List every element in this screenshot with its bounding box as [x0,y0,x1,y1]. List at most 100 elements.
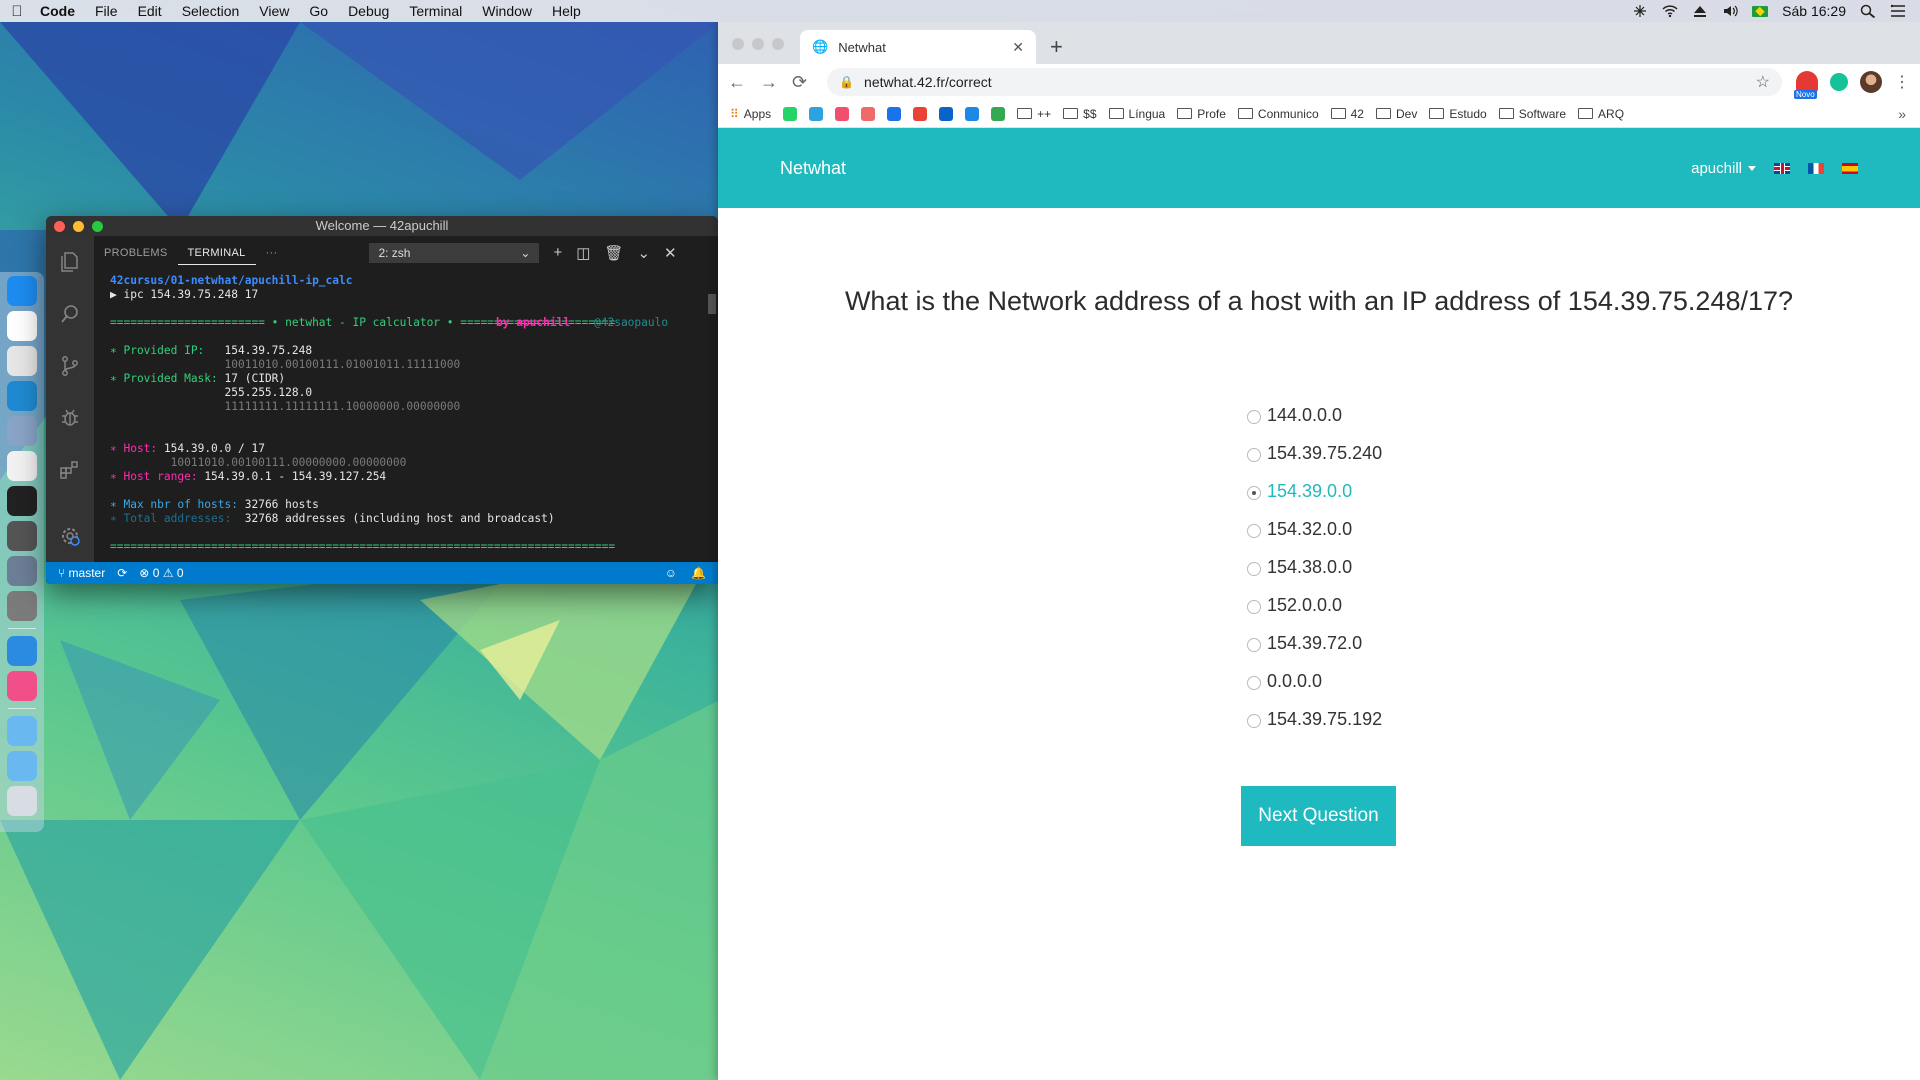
bookmark-folder-10[interactable]: ++ [1017,107,1051,121]
dock-folder-icon[interactable] [7,751,37,781]
zoom-window-button[interactable] [92,221,103,232]
dock-system-preferences-icon[interactable] [7,591,37,621]
dock-trash-icon[interactable] [7,786,37,816]
dock-textedit-icon[interactable] [7,451,37,481]
radio-button[interactable] [1247,638,1261,652]
brand-link[interactable]: Netwhat [780,158,846,179]
browser-close-button[interactable] [732,38,744,50]
browser-menu-icon[interactable]: ⋮ [1894,72,1910,92]
bookmark-site-1[interactable] [783,106,798,121]
bookmark-site-5[interactable] [887,106,902,121]
bookmark-star-icon[interactable]: ☆ [1756,72,1770,92]
bookmark-folder-17[interactable]: Estudo [1429,107,1487,121]
bookmark-apps[interactable]: ⠿ Apps [730,107,771,121]
bookmarks-more-icon[interactable]: » [1898,106,1906,122]
sync-icon[interactable]: ⟳ [117,566,127,580]
notifications-bell-icon[interactable]: 🔔 [691,566,706,580]
dock-chrome-icon[interactable] [7,346,37,376]
menu-terminal[interactable]: Terminal [399,0,472,22]
bookmark-site-7[interactable] [939,106,954,121]
menu-selection[interactable]: Selection [172,0,250,22]
search-icon[interactable] [46,288,94,340]
split-terminal-icon[interactable]: ◫ [576,244,590,262]
address-bar[interactable]: 🔒 netwhat.42.fr/correct ☆ [827,68,1782,96]
answer-option[interactable]: 154.39.75.192 [1247,700,1382,738]
flag-uk-icon[interactable] [1774,162,1790,174]
menu-window[interactable]: Window [472,0,542,22]
git-branch[interactable]: ⑂ master [58,566,105,580]
answer-option[interactable]: 144.0.0.0 [1247,396,1382,434]
apple-menu-icon[interactable]:  [0,3,34,20]
bookmark-site-9[interactable] [991,106,1006,121]
dock-itunes-icon[interactable] [7,671,37,701]
dock-preview-icon[interactable] [7,416,37,446]
manage-gear-icon[interactable] [46,510,94,562]
back-arrow-icon[interactable]: ← [728,72,746,93]
dock-finder-icon[interactable] [7,276,37,306]
answer-option[interactable]: 154.38.0.0 [1247,548,1382,586]
user-dropdown[interactable]: apuchill [1691,160,1756,177]
flag-fr-icon[interactable] [1808,162,1824,174]
volume-icon[interactable] [1722,4,1738,18]
tab-close-icon[interactable]: ✕ [1012,39,1024,56]
answer-option[interactable]: 154.39.72.0 [1247,624,1382,662]
menu-app-name[interactable]: Code [34,0,85,22]
vscode-titlebar[interactable]: Welcome — 42apuchill [46,216,718,236]
minimize-window-button[interactable] [73,221,84,232]
bookmark-site-2[interactable] [809,106,824,121]
source-control-icon[interactable] [46,340,94,392]
radio-button[interactable] [1247,562,1261,576]
reload-icon[interactable]: ⟳ [792,72,807,93]
radio-button[interactable] [1247,448,1261,462]
bookmark-site-6[interactable] [913,106,928,121]
flag-es-icon[interactable] [1842,162,1858,174]
close-window-button[interactable] [54,221,65,232]
eject-icon[interactable] [1692,4,1708,18]
menu-file[interactable]: File [85,0,128,22]
forward-arrow-icon[interactable]: → [760,72,778,93]
dock-vscode-icon[interactable] [7,381,37,411]
radio-button[interactable] [1247,524,1261,538]
menu-view[interactable]: View [249,0,299,22]
maximize-panel-icon[interactable]: ⌄ [637,244,650,262]
menu-debug[interactable]: Debug [338,0,399,22]
dock-slack-icon[interactable] [7,311,37,341]
bookmark-folder-18[interactable]: Software [1498,107,1566,121]
bookmark-folder-19[interactable]: ARQ [1578,107,1624,121]
bookmark-folder-15[interactable]: 42 [1330,107,1364,121]
radio-button[interactable] [1247,410,1261,424]
new-tab-button[interactable]: + [1050,34,1063,60]
menu-edit[interactable]: Edit [128,0,172,22]
browser-minimize-button[interactable] [752,38,764,50]
grammarly-icon[interactable] [1830,73,1848,91]
dock-terminal-icon[interactable] [7,486,37,516]
menubar-clock[interactable]: Sáb 16:29 [1782,3,1846,19]
extension-novo-icon[interactable]: Novo [1794,71,1818,99]
dock-safari-icon[interactable] [7,636,37,666]
radio-button[interactable] [1247,676,1261,690]
bookmark-site-8[interactable] [965,106,980,121]
bookmark-site-4[interactable] [861,106,876,121]
tab-problems[interactable]: PROBLEMS [94,236,178,270]
trash-icon[interactable]: 🗑 [604,244,623,262]
profile-avatar[interactable] [1860,71,1882,93]
radio-button[interactable] [1247,600,1261,614]
radio-button[interactable] [1247,714,1261,728]
bookmark-folder-13[interactable]: Profe [1177,107,1226,121]
terminal-output[interactable]: 42cursus/01-netwhat/apuchill-ip_calc ▶ i… [110,274,704,558]
feedback-smiley-icon[interactable]: ☺ [665,566,677,580]
wifi-icon[interactable] [1662,4,1678,18]
browser-tab-netwhat[interactable]: 🌐 Netwhat ✕ [800,30,1036,64]
tab-terminal[interactable]: TERMINAL [177,242,256,265]
radio-button[interactable] [1247,486,1261,500]
network-icon[interactable] [1632,4,1648,18]
close-panel-icon[interactable]: ✕ [664,244,677,262]
answer-option[interactable]: 154.39.75.240 [1247,434,1382,472]
bookmark-folder-11[interactable]: $$ [1063,107,1097,121]
menu-help[interactable]: Help [542,0,591,22]
answer-option[interactable]: 154.39.0.0 [1247,472,1382,510]
answer-option[interactable]: 152.0.0.0 [1247,586,1382,624]
bookmark-folder-14[interactable]: Conmunico [1237,107,1319,121]
answer-option[interactable]: 154.32.0.0 [1247,510,1382,548]
terminal-scrollbar[interactable] [708,294,716,314]
